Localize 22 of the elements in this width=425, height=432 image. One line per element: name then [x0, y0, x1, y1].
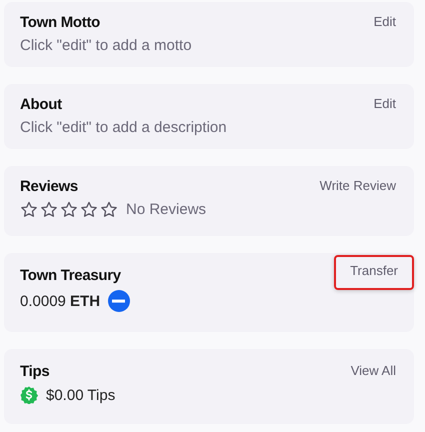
- star-icon: [40, 201, 58, 218]
- placeholder-text: Click "edit" to add a description: [20, 119, 227, 136]
- tips-total: $0.00 Tips: [46, 386, 116, 404]
- action-link[interactable]: Transfer: [334, 255, 414, 290]
- card-title: Reviews: [20, 178, 78, 195]
- card-title: Tips: [20, 363, 50, 380]
- dollar-badge-icon: [20, 386, 38, 404]
- star-icon: [80, 201, 98, 218]
- coin-icon: [108, 290, 130, 312]
- placeholder-text: Click "edit" to add a motto: [20, 37, 192, 54]
- balance-amount: 0.0009 ETH: [20, 292, 100, 310]
- card-title: About: [20, 96, 62, 113]
- star-icon: [100, 201, 118, 218]
- action-link[interactable]: Edit: [372, 94, 398, 113]
- star-icon: [20, 201, 38, 218]
- star-icon: [60, 201, 78, 218]
- card-title: Town Treasury: [20, 267, 121, 284]
- card-title: Town Motto: [20, 14, 100, 31]
- action-link[interactable]: Write Review: [318, 176, 398, 195]
- action-link[interactable]: Edit: [372, 12, 398, 31]
- review-count: No Reviews: [126, 201, 206, 218]
- action-link[interactable]: View All: [348, 361, 398, 380]
